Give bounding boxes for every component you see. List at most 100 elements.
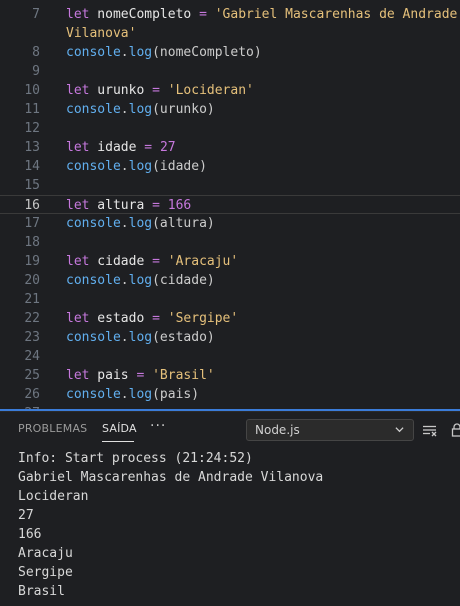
code-token: urunko (89, 83, 152, 98)
code-token: = (199, 7, 207, 22)
code-text: console.log(urunko) (66, 100, 215, 119)
line-number: 24 (0, 347, 40, 366)
output-channel-select[interactable]: Node.js (246, 419, 414, 441)
line-number: 12 (0, 119, 40, 138)
code-token: . (121, 216, 129, 231)
line-number: 18 (0, 233, 40, 252)
code-line[interactable]: 26 console.log(pais) (0, 385, 460, 404)
code-token: log (129, 159, 152, 174)
code-token: log (129, 273, 152, 288)
code-line[interactable]: 12 (0, 119, 460, 138)
code-text: console.log(pais) (66, 385, 199, 404)
code-text: let cidade = 'Aracaju' (66, 252, 238, 271)
output-channel-label: Node.js (255, 423, 300, 437)
line-number: 7 (0, 5, 40, 24)
code-line[interactable]: 19let cidade = 'Aracaju' (0, 252, 460, 271)
output-line: 27 (18, 506, 34, 525)
code-text: let urunko = 'Locideran' (66, 81, 254, 100)
code-line[interactable]: 9 (0, 62, 460, 81)
code-line[interactable]: 10let urunko = 'Locideran' (0, 81, 460, 100)
code-token: (idade) (152, 159, 207, 174)
code-token: (altura) (152, 216, 215, 231)
code-text: Vilanova' (66, 24, 136, 43)
output-line: Sergipe (18, 563, 73, 582)
line-number: 11 (0, 100, 40, 119)
code-line[interactable]: 8 console.log(nomeCompleto) (0, 43, 460, 62)
code-editor[interactable]: 7 let nomeCompleto = 'Gabriel Mascarenhas… (0, 0, 460, 409)
code-token: log (129, 102, 152, 117)
code-line[interactable]: Vilanova' (0, 24, 460, 43)
code-token: . (121, 330, 129, 345)
code-line[interactable]: 17console.log(altura) (0, 214, 460, 233)
line-number: 9 (0, 62, 40, 81)
code-line[interactable]: 18 (0, 233, 460, 252)
code-line[interactable]: 13 let idade = 27 (0, 138, 460, 157)
chevron-down-icon (395, 425, 404, 434)
code-text: let idade = 27 (66, 138, 176, 157)
code-token: log (129, 45, 152, 60)
code-line[interactable]: 16let altura = 166 (0, 195, 460, 214)
code-token: log (129, 216, 152, 231)
code-token: 'Gabriel Mascarenhas de Andrade (215, 7, 458, 22)
line-number: 21 (0, 290, 40, 309)
code-token (152, 140, 160, 155)
code-token (160, 83, 168, 98)
output-line: Gabriel Mascarenhas de Andrade Vilanova (18, 468, 323, 487)
code-token: = (152, 311, 160, 326)
code-token: cidade (89, 254, 152, 269)
code-token (160, 311, 168, 326)
code-token: (estado) (152, 330, 215, 345)
line-number: 20 (0, 271, 40, 290)
tab-problems[interactable]: PROBLEMAS (18, 422, 87, 435)
code-text: console.log(nomeCompleto) (66, 43, 262, 62)
lock-icon[interactable] (451, 423, 460, 437)
code-line[interactable]: 21 (0, 290, 460, 309)
output-line: Info: Start process (21:24:52) (18, 449, 253, 468)
code-token: let (66, 254, 89, 269)
code-line[interactable]: 20 console.log(cidade) (0, 271, 460, 290)
code-token: 166 (168, 198, 191, 213)
code-text: let pais = 'Brasil' (66, 366, 215, 385)
code-line[interactable]: 24 (0, 347, 460, 366)
code-line[interactable]: 14console.log(idade) (0, 157, 460, 176)
code-token: console (66, 216, 121, 231)
code-text: let nomeCompleto = 'Gabriel Mascarenhas … (66, 5, 457, 24)
code-token: . (121, 273, 129, 288)
code-token: let (66, 7, 89, 22)
code-token: log (129, 330, 152, 345)
code-line[interactable]: 11 console.log(urunko) (0, 100, 460, 119)
code-line[interactable]: 7 let nomeCompleto = 'Gabriel Mascarenhas… (0, 5, 460, 24)
code-line[interactable]: 15 (0, 176, 460, 195)
output-line: 166 (18, 525, 41, 544)
code-text: let altura = 166 (66, 196, 191, 215)
code-token: 'Aracaju' (168, 254, 238, 269)
panel-tab-bar: PROBLEMAS SAÍDA ··· Node.js (0, 412, 460, 448)
code-line[interactable]: 23console.log(estado) (0, 328, 460, 347)
output-panel: PROBLEMAS SAÍDA ··· Node.js Info: Start … (0, 411, 460, 606)
code-token: idade (89, 140, 144, 155)
line-number: 26 (0, 385, 40, 404)
code-token: . (121, 159, 129, 174)
line-number: 13 (0, 138, 40, 157)
code-token: let (66, 198, 89, 213)
code-token: console (66, 273, 121, 288)
code-token: altura (89, 198, 152, 213)
code-token: (cidade) (152, 273, 215, 288)
code-token: pais (89, 368, 136, 383)
more-actions-icon[interactable]: ··· (150, 418, 166, 434)
code-line[interactable]: 22let estado = 'Sergipe' (0, 309, 460, 328)
code-token: console (66, 102, 121, 117)
code-token: . (121, 45, 129, 60)
code-token: . (121, 102, 129, 117)
code-token: = (152, 254, 160, 269)
code-token: 'Sergipe' (168, 311, 238, 326)
line-number: 8 (0, 43, 40, 62)
code-line[interactable]: 25let pais = 'Brasil' (0, 366, 460, 385)
code-token: Vilanova' (66, 26, 136, 41)
tab-output[interactable]: SAÍDA (102, 422, 137, 435)
code-token: = (152, 198, 160, 213)
active-tab-indicator (102, 441, 134, 442)
line-number: 23 (0, 328, 40, 347)
code-token: let (66, 311, 89, 326)
clear-output-icon[interactable] (423, 425, 437, 437)
